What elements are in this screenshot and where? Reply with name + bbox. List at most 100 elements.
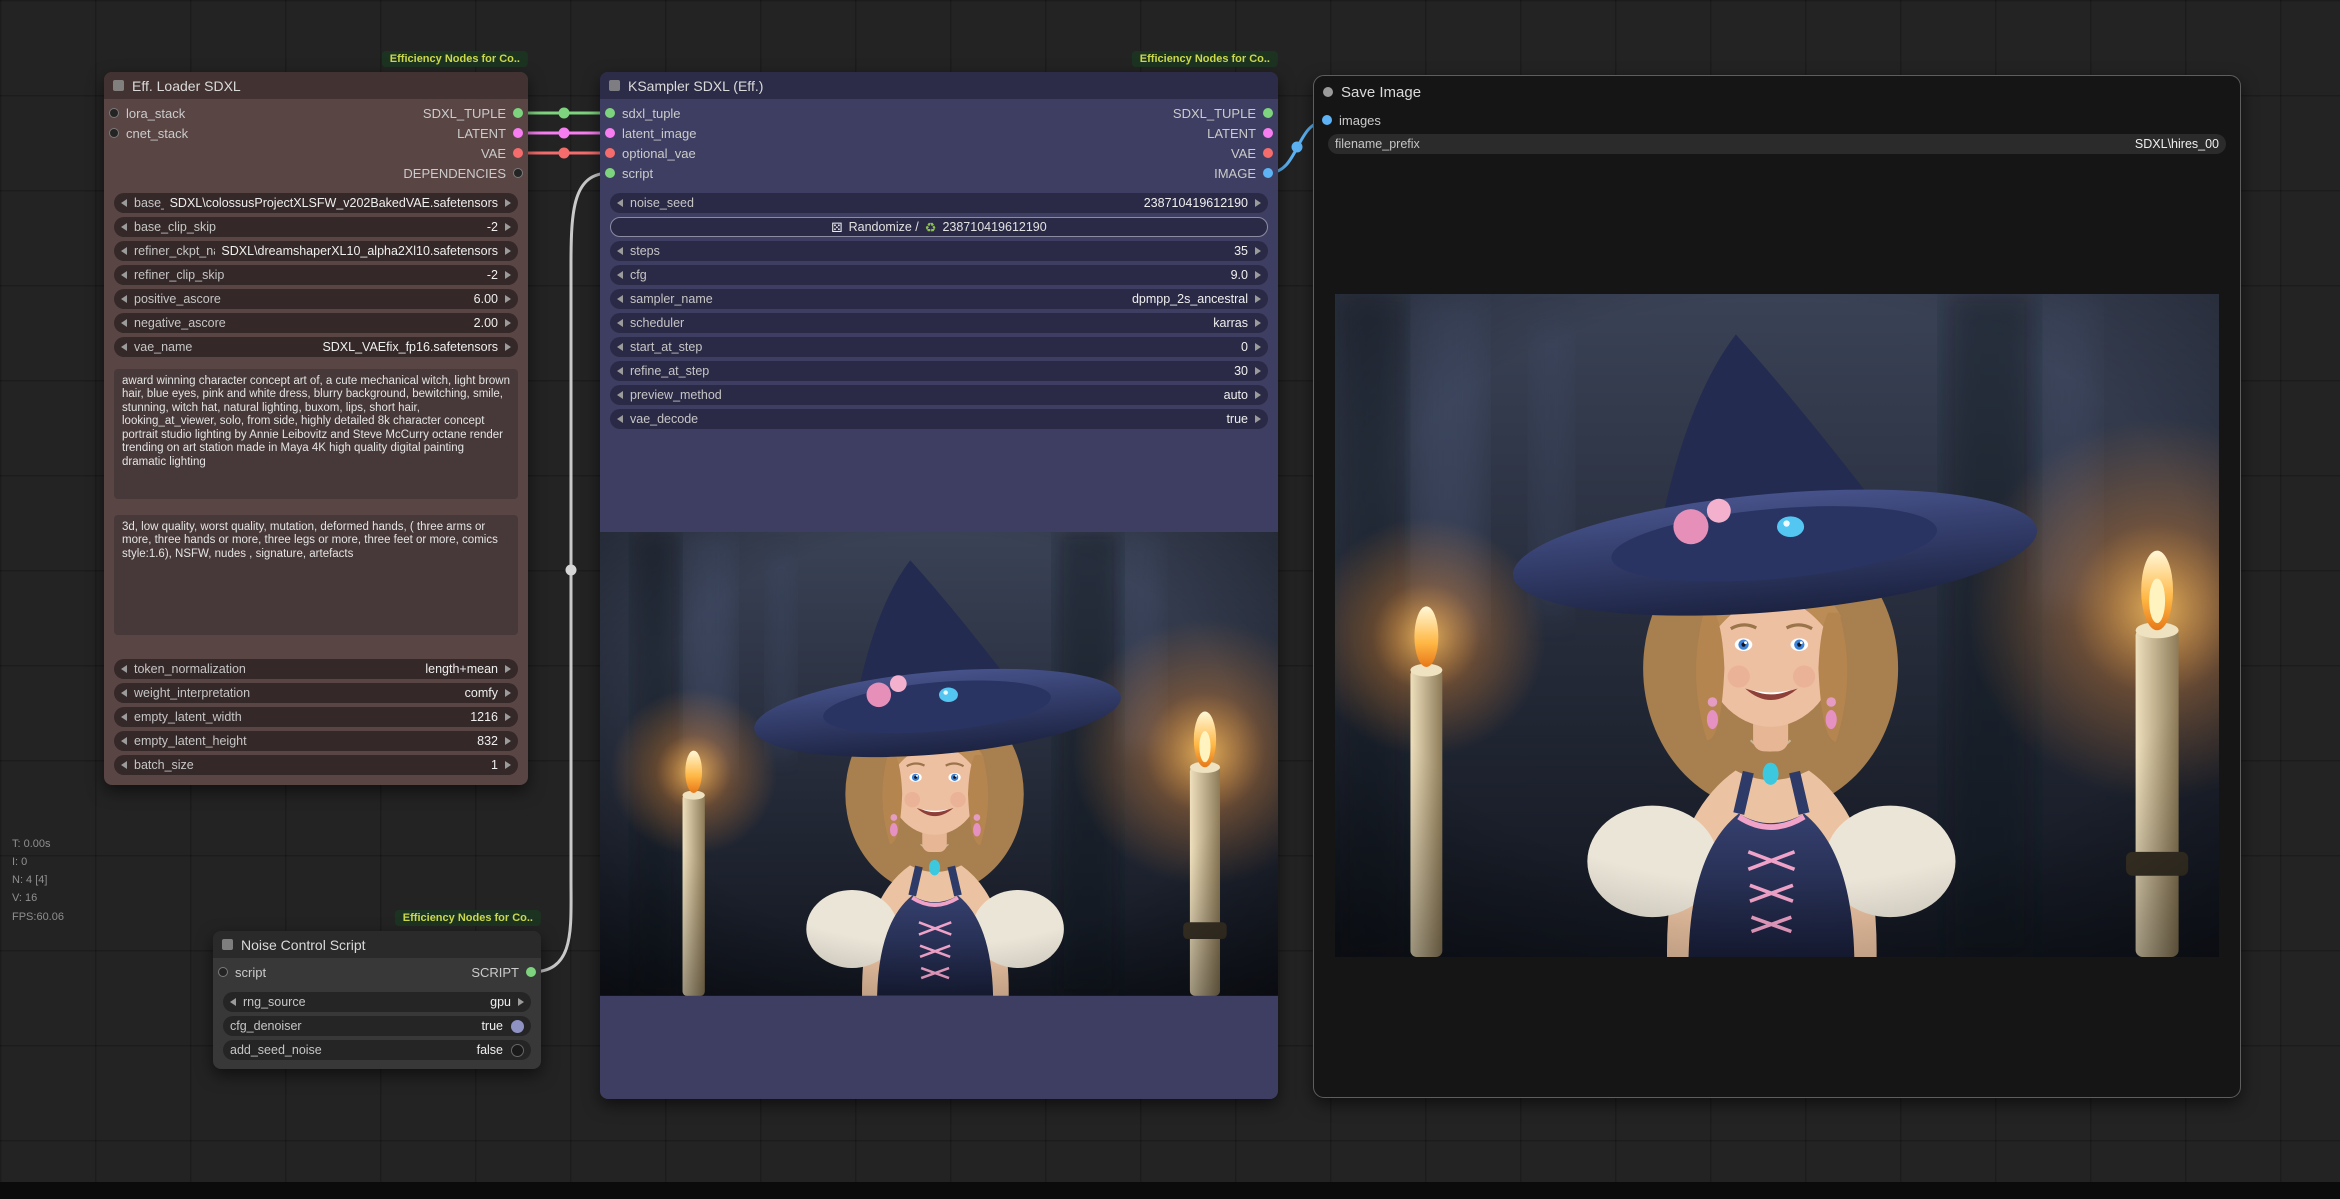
node-header[interactable]: Eff. Loader SDXL (104, 72, 528, 99)
decrement-icon[interactable] (121, 343, 127, 351)
output-port-dependencies[interactable]: DEPENDENCIES (403, 166, 523, 181)
widget-base-ckpt-name[interactable]: base_ckpt_name SDXL\colossusProjectXLSFW… (114, 193, 518, 213)
widget-empty-latent-width[interactable]: empty_latent_width 1216 (114, 707, 518, 727)
decrement-icon[interactable] (617, 415, 623, 423)
decrement-icon[interactable] (121, 199, 127, 207)
increment-icon[interactable] (1255, 391, 1261, 399)
node-ksampler-sdxl[interactable]: KSampler SDXL (Eff.) sdxl_tuple SDXL_TUP… (600, 72, 1278, 1099)
port-dot[interactable] (1263, 108, 1273, 118)
widget-base-clip-skip[interactable]: base_clip_skip -2 (114, 217, 518, 237)
port-dot[interactable] (109, 128, 119, 138)
decrement-icon[interactable] (617, 343, 623, 351)
widget-refiner-clip-skip[interactable]: refiner_clip_skip -2 (114, 265, 518, 285)
widget-negative-ascore[interactable]: negative_ascore 2.00 (114, 313, 518, 333)
randomize-seed-button[interactable]: ⚄ Randomize / ♻ 238710419612190 (610, 217, 1268, 237)
input-port-lora-stack[interactable]: lora_stack (109, 106, 185, 121)
input-port-cnet-stack[interactable]: cnet_stack (109, 126, 188, 141)
increment-icon[interactable] (505, 761, 511, 769)
output-port-image[interactable]: IMAGE (1214, 166, 1273, 181)
decrement-icon[interactable] (121, 319, 127, 327)
decrement-icon[interactable] (617, 199, 623, 207)
port-dot[interactable] (109, 108, 119, 118)
widget-add-seed-noise[interactable]: add_seed_noise false (223, 1040, 531, 1060)
input-port-script[interactable]: script (218, 965, 266, 980)
output-port-sdxl-tuple[interactable]: SDXL_TUPLE (423, 106, 523, 121)
port-dot[interactable] (605, 108, 615, 118)
increment-icon[interactable] (505, 295, 511, 303)
increment-icon[interactable] (505, 223, 511, 231)
negative-prompt-textarea[interactable]: 3d, low quality, worst quality, mutation… (114, 515, 518, 635)
increment-icon[interactable] (1255, 271, 1261, 279)
port-dot[interactable] (218, 967, 228, 977)
decrement-icon[interactable] (617, 367, 623, 375)
collapse-icon[interactable] (113, 80, 124, 91)
toggle-icon[interactable] (511, 1020, 524, 1033)
decrement-icon[interactable] (617, 271, 623, 279)
increment-icon[interactable] (505, 271, 511, 279)
widget-start-at-step[interactable]: start_at_step 0 (610, 337, 1268, 357)
output-port-latent[interactable]: LATENT (457, 126, 523, 141)
port-dot[interactable] (1263, 128, 1273, 138)
output-port-sdxl-tuple[interactable]: SDXL_TUPLE (1173, 106, 1273, 121)
widget-refine-at-step[interactable]: refine_at_step 30 (610, 361, 1268, 381)
increment-icon[interactable] (1255, 319, 1261, 327)
increment-icon[interactable] (1255, 199, 1261, 207)
increment-icon[interactable] (505, 319, 511, 327)
port-dot[interactable] (1263, 168, 1273, 178)
node-graph-canvas[interactable]: T: 0.00s I: 0 N: 4 [4] V: 16 FPS:60.06 E… (0, 0, 2340, 1199)
widget-noise-seed[interactable]: noise_seed 238710419612190 (610, 193, 1268, 213)
widget-positive-ascore[interactable]: positive_ascore 6.00 (114, 289, 518, 309)
decrement-icon[interactable] (617, 247, 623, 255)
output-port-vae[interactable]: VAE (1231, 146, 1273, 161)
increment-icon[interactable] (1255, 295, 1261, 303)
node-eff-loader-sdxl[interactable]: Eff. Loader SDXL lora_stack SDXL_TUPLE c… (104, 72, 528, 785)
increment-icon[interactable] (518, 998, 524, 1006)
decrement-icon[interactable] (617, 295, 623, 303)
decrement-icon[interactable] (121, 713, 127, 721)
widget-cfg[interactable]: cfg 9.0 (610, 265, 1268, 285)
node-header[interactable]: Save Image (1314, 76, 2240, 108)
collapse-icon[interactable] (1323, 87, 1333, 97)
port-dot[interactable] (513, 168, 523, 178)
node-save-image[interactable]: Save Image images filename_prefix SDXL\h… (1313, 75, 2241, 1098)
output-port-script[interactable]: SCRIPT (471, 965, 536, 980)
port-dot[interactable] (605, 148, 615, 158)
widget-steps[interactable]: steps 35 (610, 241, 1268, 261)
decrement-icon[interactable] (121, 737, 127, 745)
widget-rng-source[interactable]: rng_source gpu (223, 992, 531, 1012)
increment-icon[interactable] (1255, 247, 1261, 255)
port-dot[interactable] (513, 108, 523, 118)
collapse-icon[interactable] (609, 80, 620, 91)
port-dot[interactable] (513, 148, 523, 158)
input-port-images[interactable]: images (1322, 113, 1381, 128)
widget-cfg-denoiser[interactable]: cfg_denoiser true (223, 1016, 531, 1036)
output-port-vae[interactable]: VAE (481, 146, 523, 161)
increment-icon[interactable] (505, 689, 511, 697)
widget-token-normalization[interactable]: token_normalization length+mean (114, 659, 518, 679)
decrement-icon[interactable] (121, 665, 127, 673)
widget-filename-prefix[interactable]: filename_prefix SDXL\hires_00 (1328, 134, 2226, 154)
decrement-icon[interactable] (121, 247, 127, 255)
increment-icon[interactable] (505, 199, 511, 207)
collapse-icon[interactable] (222, 939, 233, 950)
increment-icon[interactable] (505, 247, 511, 255)
decrement-icon[interactable] (121, 761, 127, 769)
widget-weight-interpretation[interactable]: weight_interpretation comfy (114, 683, 518, 703)
widget-sampler-name[interactable]: sampler_name dpmpp_2s_ancestral (610, 289, 1268, 309)
input-port-optional-vae[interactable]: optional_vae (605, 146, 696, 161)
increment-icon[interactable] (1255, 343, 1261, 351)
port-dot[interactable] (526, 967, 536, 977)
positive-prompt-textarea[interactable]: award winning character concept art of, … (114, 369, 518, 499)
increment-icon[interactable] (505, 665, 511, 673)
decrement-icon[interactable] (121, 271, 127, 279)
port-dot[interactable] (1263, 148, 1273, 158)
port-dot[interactable] (513, 128, 523, 138)
toggle-icon[interactable] (511, 1044, 524, 1057)
decrement-icon[interactable] (121, 295, 127, 303)
widget-vae-name[interactable]: vae_name SDXL_VAEfix_fp16.safetensors (114, 337, 518, 357)
port-dot[interactable] (605, 168, 615, 178)
decrement-icon[interactable] (617, 319, 623, 327)
input-port-sdxl-tuple[interactable]: sdxl_tuple (605, 106, 681, 121)
widget-refiner-ckpt-name[interactable]: refiner_ckpt_name SDXL\dreamshaperXL10_a… (114, 241, 518, 261)
widget-batch-size[interactable]: batch_size 1 (114, 755, 518, 775)
